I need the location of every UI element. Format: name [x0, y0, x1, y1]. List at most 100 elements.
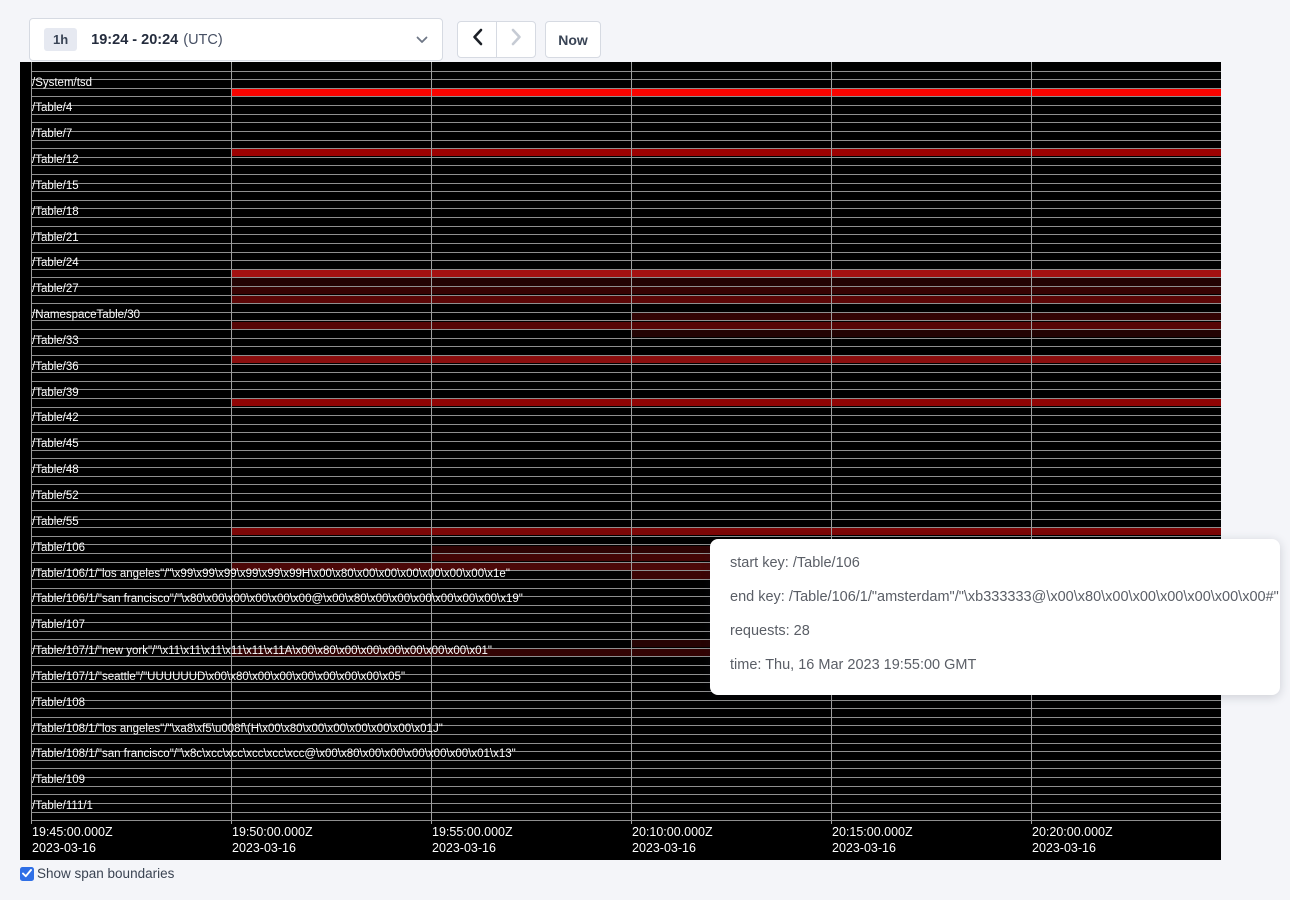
span-boundary-line	[31, 131, 1221, 132]
heat-band	[231, 296, 1221, 303]
span-boundary-line	[31, 174, 1221, 175]
span-boundary-line	[31, 277, 1221, 278]
span-boundary-line	[31, 114, 1221, 115]
time-axis-label: 19:50:00.000Z2023-03-16	[232, 825, 313, 856]
previous-interval-button[interactable]	[457, 21, 497, 58]
span-key-label: /Table/15	[32, 180, 79, 193]
span-boundary-line	[31, 269, 1221, 270]
span-boundary-line	[31, 226, 1221, 227]
time-gridline	[431, 62, 432, 824]
span-boundary-line	[31, 717, 1221, 718]
span-boundary-line	[31, 71, 1221, 72]
span-boundary-line	[31, 484, 1221, 485]
chevron-right-icon	[511, 28, 522, 51]
show-span-boundaries-checkbox[interactable]	[20, 867, 34, 881]
span-boundary-line	[31, 286, 1221, 287]
span-boundary-line	[31, 320, 1221, 321]
span-boundary-line	[31, 812, 1221, 813]
span-key-label: /Table/106/1/"los angeles"/"\x99\x99\x99…	[32, 568, 510, 581]
span-boundary-line	[31, 424, 1221, 425]
heat-band	[231, 149, 1221, 156]
span-boundary-line	[31, 312, 1221, 313]
span-key-label: /Table/42	[32, 412, 79, 425]
span-key-label: /Table/109	[32, 774, 85, 787]
span-key-label: /Table/39	[32, 387, 79, 400]
heat-band	[231, 322, 1221, 329]
span-boundary-line	[31, 234, 1221, 235]
span-key-label: /NamespaceTable/30	[32, 309, 140, 322]
span-boundary-line	[31, 355, 1221, 356]
chevron-left-icon	[472, 28, 483, 51]
span-boundary-line	[31, 708, 1221, 709]
span-key-label: /Table/108	[32, 697, 85, 710]
span-boundary-line	[31, 105, 1221, 106]
key-visualizer-canvas[interactable]: /System/tsd/Table/4/Table/7/Table/12/Tab…	[20, 62, 1221, 860]
now-button[interactable]: Now	[545, 21, 601, 58]
time-range-select[interactable]: 1h 19:24 - 20:24 (UTC)	[29, 18, 443, 61]
span-boundary-line	[31, 777, 1221, 778]
span-boundary-line	[31, 96, 1221, 97]
tooltip-start-key: start key: /Table/106	[730, 553, 1260, 573]
heat-band	[231, 287, 1221, 294]
tooltip-end-key: end key: /Table/106/1/"amsterdam"/"\xb33…	[730, 587, 1260, 607]
time-axis-label: 20:10:00.000Z2023-03-16	[632, 825, 713, 856]
span-boundary-line	[31, 700, 1221, 701]
time-axis-label: 20:20:00.000Z2023-03-16	[1032, 825, 1113, 856]
span-boundary-line	[31, 501, 1221, 502]
span-boundary-line	[31, 303, 1221, 304]
span-boundary-line	[31, 200, 1221, 201]
span-key-label: /Table/33	[32, 335, 79, 348]
span-key-label: /Table/18	[32, 206, 79, 219]
tooltip-time: time: Thu, 16 Mar 2023 19:55:00 GMT	[730, 655, 1260, 675]
range-timezone: (UTC)	[183, 32, 222, 48]
range-text: 19:24 - 20:24	[91, 32, 178, 48]
time-axis-label: 19:45:00.000Z2023-03-16	[32, 825, 113, 856]
span-boundary-line	[31, 148, 1221, 149]
time-gridline	[1031, 62, 1032, 824]
span-key-label: /Table/55	[32, 516, 79, 529]
span-boundary-line	[31, 519, 1221, 520]
span-boundary-line	[31, 432, 1221, 433]
span-boundary-line	[31, 441, 1221, 442]
span-key-label: /Table/48	[32, 464, 79, 477]
span-key-label: /Table/12	[32, 154, 79, 167]
span-key-label: /Table/107/1/"new york"/"\x11\x11\x11\x1…	[32, 645, 492, 658]
span-boundary-line	[31, 794, 1221, 795]
span-boundary-line	[31, 329, 1221, 330]
span-boundary-line	[31, 476, 1221, 477]
span-boundary-line	[31, 140, 1221, 141]
span-boundary-line	[31, 381, 1221, 382]
span-key-label: /Table/106/1/"san francisco"/"\x80\x00\x…	[32, 593, 523, 606]
time-gridline	[831, 62, 832, 824]
span-key-label: /Table/52	[32, 490, 79, 503]
span-boundary-line	[31, 260, 1221, 261]
show-span-boundaries-label: Show span boundaries	[37, 866, 174, 881]
span-boundary-line	[31, 803, 1221, 804]
span-key-label: /Table/108/1/"san francisco"/"\x8c\xcc\x…	[32, 748, 516, 761]
next-interval-button[interactable]	[496, 21, 536, 58]
span-boundary-line	[31, 458, 1221, 459]
time-axis-label: 19:55:00.000Z2023-03-16	[432, 825, 513, 856]
span-boundary-line	[31, 295, 1221, 296]
span-boundary-line	[31, 157, 1221, 158]
span-boundary-line	[31, 165, 1221, 166]
span-boundary-line	[31, 786, 1221, 787]
span-boundary-line	[31, 217, 1221, 218]
span-key-label: /Table/106	[32, 542, 85, 555]
span-boundary-line	[31, 467, 1221, 468]
span-key-label: /Table/107/1/"seattle"/"UUUUUUD\x00\x80\…	[32, 671, 405, 684]
span-boundary-line	[31, 527, 1221, 528]
time-gridline	[631, 62, 632, 824]
heat-band	[231, 278, 1221, 285]
span-key-label: /Table/111/1	[32, 800, 93, 813]
span-key-label: /Table/107	[32, 619, 85, 632]
span-key-label: /Table/36	[32, 361, 79, 374]
span-key-label: /Table/27	[32, 283, 79, 296]
span-boundary-line	[31, 79, 1221, 80]
span-boundary-line	[31, 768, 1221, 769]
heat-band	[231, 89, 1221, 96]
hover-tooltip: start key: /Table/106 end key: /Table/10…	[710, 539, 1280, 695]
span-boundary-line	[31, 208, 1221, 209]
footer-controls: Show span boundaries	[20, 866, 174, 881]
heat-band	[231, 399, 1221, 406]
